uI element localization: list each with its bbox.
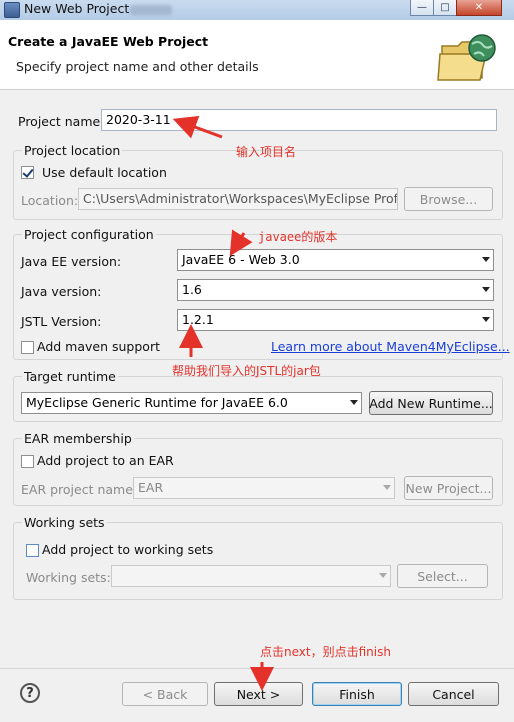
- annotation-arrows: [172, 115, 274, 691]
- arrow-to-javaee-version: [229, 229, 253, 257]
- new-web-project-dialog: New Web Project — □ ✕ Create a JavaEE We…: [0, 0, 514, 722]
- arrow-to-project-name: [172, 115, 223, 139]
